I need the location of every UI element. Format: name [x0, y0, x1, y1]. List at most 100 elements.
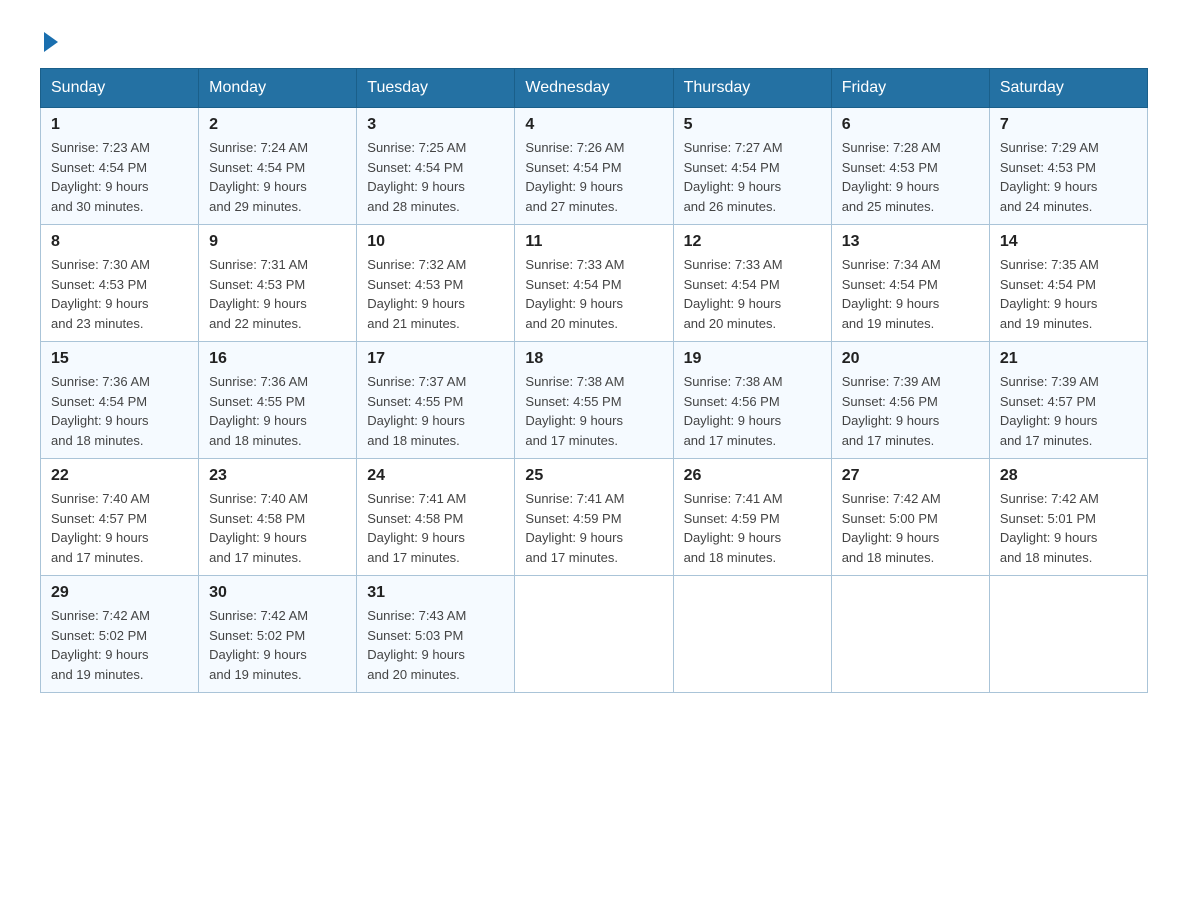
calendar-day-cell: 15Sunrise: 7:36 AMSunset: 4:54 PMDayligh…: [41, 342, 199, 459]
calendar-day-cell: 29 Sunrise: 7:42 AMSunset: 5:02 PMDayligh…: [41, 576, 199, 693]
calendar-day-cell: 26 Sunrise: 7:41 AMSunset: 4:59 PMDayligh…: [673, 459, 831, 576]
calendar-day-cell: 8 Sunrise: 7:30 AMSunset: 4:53 PMDaylight…: [41, 225, 199, 342]
day-number: 31: [367, 584, 504, 602]
calendar-day-cell: [831, 576, 989, 693]
day-info: Sunrise: 7:38 AMSunset: 4:56 PMDaylight:…: [684, 372, 821, 450]
calendar-day-cell: 12 Sunrise: 7:33 AMSunset: 4:54 PMDayligh…: [673, 225, 831, 342]
day-info: Sunrise: 7:40 AMSunset: 4:57 PMDaylight:…: [51, 489, 188, 567]
day-info: Sunrise: 7:39 AMSunset: 4:57 PMDaylight:…: [1000, 372, 1137, 450]
calendar-day-cell: [673, 576, 831, 693]
day-number: 26: [684, 467, 821, 485]
day-number: 11: [525, 233, 662, 251]
day-info: Sunrise: 7:25 AMSunset: 4:54 PMDaylight:…: [367, 138, 504, 216]
day-number: 17: [367, 350, 504, 368]
calendar-day-cell: 14Sunrise: 7:35 AMSunset: 4:54 PMDayligh…: [989, 225, 1147, 342]
day-number: 7: [1000, 116, 1137, 134]
day-number: 19: [684, 350, 821, 368]
day-number: 21: [1000, 350, 1137, 368]
day-info: Sunrise: 7:42 AMSunset: 5:02 PMDaylight:…: [51, 606, 188, 684]
day-number: 20: [842, 350, 979, 368]
calendar-week-row: 29 Sunrise: 7:42 AMSunset: 5:02 PMDayligh…: [41, 576, 1148, 693]
calendar-day-cell: 13Sunrise: 7:34 AMSunset: 4:54 PMDayligh…: [831, 225, 989, 342]
weekday-header-cell: Thursday: [673, 69, 831, 108]
calendar-day-cell: 30 Sunrise: 7:42 AMSunset: 5:02 PMDayligh…: [199, 576, 357, 693]
day-info: Sunrise: 7:31 AMSunset: 4:53 PMDaylight:…: [209, 255, 346, 333]
day-info: Sunrise: 7:34 AMSunset: 4:54 PMDaylight:…: [842, 255, 979, 333]
weekday-header-cell: Monday: [199, 69, 357, 108]
day-number: 2: [209, 116, 346, 134]
day-info: Sunrise: 7:42 AMSunset: 5:00 PMDaylight:…: [842, 489, 979, 567]
calendar-day-cell: 27Sunrise: 7:42 AMSunset: 5:00 PMDayligh…: [831, 459, 989, 576]
day-info: Sunrise: 7:36 AMSunset: 4:54 PMDaylight:…: [51, 372, 188, 450]
day-info: Sunrise: 7:38 AMSunset: 4:55 PMDaylight:…: [525, 372, 662, 450]
calendar-day-cell: 1 Sunrise: 7:23 AMSunset: 4:54 PMDaylight…: [41, 108, 199, 225]
day-info: Sunrise: 7:39 AMSunset: 4:56 PMDaylight:…: [842, 372, 979, 450]
day-info: Sunrise: 7:33 AMSunset: 4:54 PMDaylight:…: [684, 255, 821, 333]
day-info: Sunrise: 7:35 AMSunset: 4:54 PMDaylight:…: [1000, 255, 1137, 333]
day-number: 6: [842, 116, 979, 134]
calendar-day-cell: 23 Sunrise: 7:40 AMSunset: 4:58 PMDayligh…: [199, 459, 357, 576]
calendar-day-cell: 11Sunrise: 7:33 AMSunset: 4:54 PMDayligh…: [515, 225, 673, 342]
day-info: Sunrise: 7:42 AMSunset: 5:02 PMDaylight:…: [209, 606, 346, 684]
calendar-day-cell: [989, 576, 1147, 693]
weekday-header-cell: Wednesday: [515, 69, 673, 108]
calendar-table: SundayMondayTuesdayWednesdayThursdayFrid…: [40, 68, 1148, 693]
day-info: Sunrise: 7:23 AMSunset: 4:54 PMDaylight:…: [51, 138, 188, 216]
day-number: 16: [209, 350, 346, 368]
calendar-day-cell: 9 Sunrise: 7:31 AMSunset: 4:53 PMDaylight…: [199, 225, 357, 342]
day-info: Sunrise: 7:27 AMSunset: 4:54 PMDaylight:…: [684, 138, 821, 216]
calendar-body: 1 Sunrise: 7:23 AMSunset: 4:54 PMDaylight…: [41, 108, 1148, 693]
weekday-header-cell: Friday: [831, 69, 989, 108]
day-number: 18: [525, 350, 662, 368]
calendar-header: SundayMondayTuesdayWednesdayThursdayFrid…: [41, 69, 1148, 108]
calendar-day-cell: 25Sunrise: 7:41 AMSunset: 4:59 PMDayligh…: [515, 459, 673, 576]
calendar-day-cell: 17 Sunrise: 7:37 AMSunset: 4:55 PMDayligh…: [357, 342, 515, 459]
logo-top: [40, 30, 58, 52]
calendar-day-cell: 20 Sunrise: 7:39 AMSunset: 4:56 PMDayligh…: [831, 342, 989, 459]
day-number: 4: [525, 116, 662, 134]
day-info: Sunrise: 7:41 AMSunset: 4:58 PMDaylight:…: [367, 489, 504, 567]
calendar-day-cell: 7 Sunrise: 7:29 AMSunset: 4:53 PMDaylight…: [989, 108, 1147, 225]
day-number: 9: [209, 233, 346, 251]
weekday-header-cell: Tuesday: [357, 69, 515, 108]
day-info: Sunrise: 7:24 AMSunset: 4:54 PMDaylight:…: [209, 138, 346, 216]
day-number: 1: [51, 116, 188, 134]
page-header: [40, 30, 1148, 48]
calendar-day-cell: 18 Sunrise: 7:38 AMSunset: 4:55 PMDayligh…: [515, 342, 673, 459]
day-number: 23: [209, 467, 346, 485]
calendar-week-row: 8 Sunrise: 7:30 AMSunset: 4:53 PMDaylight…: [41, 225, 1148, 342]
calendar-day-cell: 22 Sunrise: 7:40 AMSunset: 4:57 PMDayligh…: [41, 459, 199, 576]
day-number: 30: [209, 584, 346, 602]
weekday-header-cell: Sunday: [41, 69, 199, 108]
day-info: Sunrise: 7:40 AMSunset: 4:58 PMDaylight:…: [209, 489, 346, 567]
calendar-week-row: 22 Sunrise: 7:40 AMSunset: 4:57 PMDayligh…: [41, 459, 1148, 576]
calendar-day-cell: 16 Sunrise: 7:36 AMSunset: 4:55 PMDayligh…: [199, 342, 357, 459]
day-info: Sunrise: 7:37 AMSunset: 4:55 PMDaylight:…: [367, 372, 504, 450]
day-number: 12: [684, 233, 821, 251]
calendar-day-cell: 6 Sunrise: 7:28 AMSunset: 4:53 PMDaylight…: [831, 108, 989, 225]
calendar-day-cell: 21 Sunrise: 7:39 AMSunset: 4:57 PMDayligh…: [989, 342, 1147, 459]
day-number: 22: [51, 467, 188, 485]
day-info: Sunrise: 7:36 AMSunset: 4:55 PMDaylight:…: [209, 372, 346, 450]
calendar-day-cell: 10Sunrise: 7:32 AMSunset: 4:53 PMDayligh…: [357, 225, 515, 342]
calendar-day-cell: 28Sunrise: 7:42 AMSunset: 5:01 PMDayligh…: [989, 459, 1147, 576]
day-info: Sunrise: 7:29 AMSunset: 4:53 PMDaylight:…: [1000, 138, 1137, 216]
day-info: Sunrise: 7:26 AMSunset: 4:54 PMDaylight:…: [525, 138, 662, 216]
calendar-day-cell: 24Sunrise: 7:41 AMSunset: 4:58 PMDayligh…: [357, 459, 515, 576]
day-number: 29: [51, 584, 188, 602]
weekday-header-row: SundayMondayTuesdayWednesdayThursdayFrid…: [41, 69, 1148, 108]
day-info: Sunrise: 7:42 AMSunset: 5:01 PMDaylight:…: [1000, 489, 1137, 567]
day-number: 3: [367, 116, 504, 134]
calendar-day-cell: [515, 576, 673, 693]
day-info: Sunrise: 7:30 AMSunset: 4:53 PMDaylight:…: [51, 255, 188, 333]
day-info: Sunrise: 7:41 AMSunset: 4:59 PMDaylight:…: [684, 489, 821, 567]
day-number: 8: [51, 233, 188, 251]
day-info: Sunrise: 7:28 AMSunset: 4:53 PMDaylight:…: [842, 138, 979, 216]
logo: [40, 30, 58, 48]
calendar-day-cell: 4 Sunrise: 7:26 AMSunset: 4:54 PMDaylight…: [515, 108, 673, 225]
weekday-header-cell: Saturday: [989, 69, 1147, 108]
calendar-week-row: 1 Sunrise: 7:23 AMSunset: 4:54 PMDaylight…: [41, 108, 1148, 225]
day-number: 5: [684, 116, 821, 134]
calendar-day-cell: 31Sunrise: 7:43 AMSunset: 5:03 PMDayligh…: [357, 576, 515, 693]
calendar-day-cell: 3 Sunrise: 7:25 AMSunset: 4:54 PMDaylight…: [357, 108, 515, 225]
